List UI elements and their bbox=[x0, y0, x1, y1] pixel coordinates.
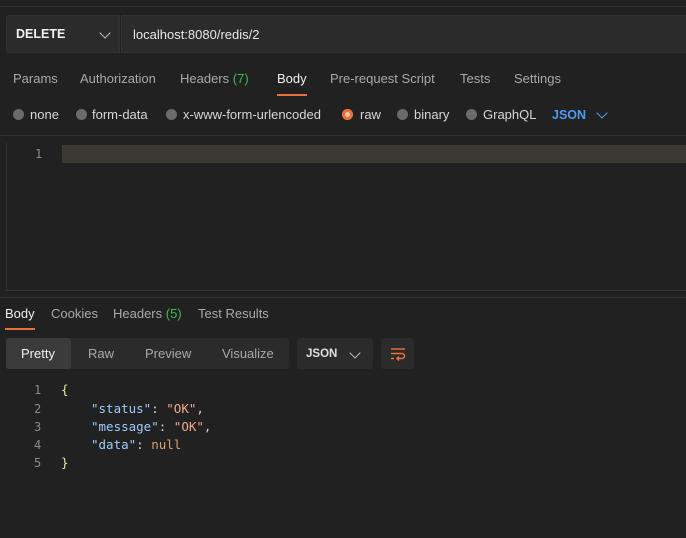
tab-tests[interactable]: Tests bbox=[460, 71, 490, 86]
tab-headers-count: (7) bbox=[232, 71, 249, 86]
radio-binary[interactable] bbox=[397, 109, 408, 120]
tab-authorization[interactable]: Authorization bbox=[80, 71, 156, 86]
radio-urlencoded[interactable] bbox=[166, 109, 177, 120]
json-line-data: "data": null bbox=[91, 437, 182, 452]
view-mode-visualize[interactable]: Visualize bbox=[222, 346, 274, 361]
method-label: DELETE bbox=[16, 27, 66, 41]
url-text: localhost:8080/redis/2 bbox=[133, 27, 260, 42]
tab-params[interactable]: Params bbox=[13, 71, 58, 86]
wrap-lines-icon bbox=[391, 348, 406, 362]
view-mode-preview[interactable]: Preview bbox=[145, 346, 191, 361]
view-mode-raw[interactable]: Raw bbox=[88, 346, 114, 361]
radio-graphql-label: GraphQL bbox=[483, 107, 537, 122]
response-line-number: 4 bbox=[34, 438, 42, 452]
tab-settings[interactable]: Settings bbox=[514, 71, 561, 86]
tab-body[interactable]: Body bbox=[277, 71, 307, 86]
editor-active-line bbox=[62, 145, 686, 163]
radio-urlencoded-label: x-www-form-urlencoded bbox=[183, 107, 321, 122]
response-line-number: 3 bbox=[34, 420, 42, 434]
wrap-lines-button[interactable] bbox=[381, 338, 414, 369]
json-key: "message" bbox=[91, 419, 159, 434]
json-key: "status" bbox=[91, 401, 152, 416]
response-tab-cookies[interactable]: Cookies bbox=[51, 306, 98, 321]
chevron-down-icon[interactable] bbox=[596, 107, 608, 119]
response-tab-body[interactable]: Body bbox=[5, 306, 35, 321]
radio-none[interactable] bbox=[13, 109, 24, 120]
json-separator: , bbox=[196, 401, 204, 416]
divider bbox=[0, 297, 686, 298]
response-tab-headers-label: Headers bbox=[113, 306, 163, 321]
tab-headers-label: Headers bbox=[180, 71, 230, 86]
response-tab-body-underline bbox=[5, 328, 35, 330]
tab-headers[interactable]: Headers (7) bbox=[180, 71, 249, 86]
json-separator: , bbox=[203, 419, 212, 434]
json-line-status: "status": "OK", bbox=[91, 401, 204, 416]
json-value: "OK" bbox=[173, 419, 204, 434]
tab-pre-request-script[interactable]: Pre-request Script bbox=[330, 71, 435, 86]
request-body-editor[interactable] bbox=[6, 143, 686, 291]
radio-form-data-label: form-data bbox=[92, 107, 148, 122]
json-value: "OK" bbox=[166, 401, 197, 416]
response-tab-test-results[interactable]: Test Results bbox=[198, 306, 269, 321]
radio-form-data[interactable] bbox=[76, 109, 87, 120]
radio-none-label: none bbox=[30, 107, 59, 122]
raw-format-select[interactable]: JSON bbox=[552, 108, 586, 122]
json-key: "data" bbox=[91, 437, 137, 452]
response-line-number: 1 bbox=[34, 383, 42, 397]
response-tab-headers-count: (5) bbox=[165, 306, 182, 321]
response-line-number: 5 bbox=[34, 456, 42, 470]
response-format-label: JSON bbox=[306, 348, 338, 360]
radio-raw-label: raw bbox=[360, 107, 381, 122]
editor-line-number: 1 bbox=[35, 147, 43, 161]
response-line-number: 2 bbox=[34, 402, 42, 416]
radio-graphql[interactable] bbox=[466, 109, 477, 120]
radio-binary-label: binary bbox=[414, 107, 450, 122]
tab-body-underline bbox=[277, 94, 307, 96]
radio-raw[interactable] bbox=[342, 109, 353, 120]
divider bbox=[0, 135, 686, 136]
json-open-brace: { bbox=[61, 382, 69, 397]
response-tab-headers[interactable]: Headers (5) bbox=[113, 306, 182, 321]
json-close-brace: } bbox=[61, 455, 69, 470]
top-divider bbox=[0, 6, 686, 7]
json-value: null bbox=[151, 437, 182, 452]
view-mode-pretty[interactable]: Pretty bbox=[21, 346, 55, 361]
json-line-message: "message": "OK", bbox=[91, 419, 212, 434]
